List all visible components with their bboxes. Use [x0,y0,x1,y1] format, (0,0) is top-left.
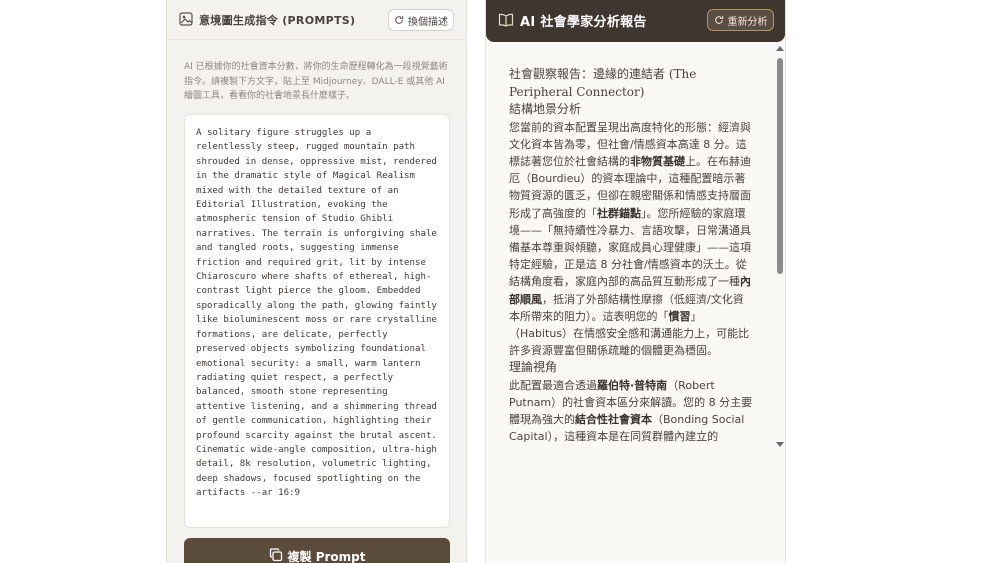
report-section-heading-structure: 結構地景分析 [509,102,582,116]
refresh-icon [714,15,723,24]
prompt-panel-header: 意境圖生成指令 (PROMPTS) 換個描述 [167,0,466,40]
prompt-text-area[interactable]: A solitary figure struggles up a relentl… [184,114,450,528]
prompt-panel: 意境圖生成指令 (PROMPTS) 換個描述 AI 已根據你的社會資本分數，將你… [166,0,467,563]
report-text-segment: ，抵消了外部結構性摩擦（低經濟/文化資本所帶來的阻力）。這表明您的「 [509,292,744,323]
book-icon [498,13,514,27]
copy-icon [269,548,282,562]
refresh-icon [395,15,404,24]
report-text-segment: 此配置最適合透過 [509,378,597,392]
report-title: 社會觀察報告：邊緣的連結者 (The Peripheral Connector) [509,67,697,99]
scroll-down-arrow-icon[interactable] [776,442,784,447]
report-emphasis-text: 羅伯特·普特南 [597,378,668,392]
image-icon [179,12,193,26]
report-section-heading-theory: 理論視角 [509,360,558,375]
swap-description-button[interactable]: 換個描述 [388,9,454,31]
report-emphasis-text: 非物質基礎 [630,154,685,168]
analysis-report: 社會觀察報告：邊緣的連結者 (The Peripheral Connector)… [509,66,753,453]
prompt-panel-title: 意境圖生成指令 (PROMPTS) [199,14,356,27]
reanalyze-label: 重新分析 [727,16,768,28]
analysis-panel-title: AI 社會學家分析報告 [520,15,647,30]
report-section-body-theory: 此配置最適合透過羅伯特·普特南（Robert Putnam）的社會資本區分來解讀… [509,377,753,446]
analysis-panel-header: AI 社會學家分析報告 重新分析 [486,0,785,42]
scroll-up-arrow-icon[interactable] [776,46,784,51]
swap-description-label: 換個描述 [408,16,448,28]
copy-prompt-button[interactable]: 複製 Prompt [184,538,450,563]
prompt-instructions: AI 已根據你的社會資本分數，將你的生命歷程轉化為一段視覺藝術指令。請複製下方文… [184,62,448,101]
report-emphasis-text: 慣習 [668,309,691,323]
scrollbar-thumb[interactable] [777,58,783,274]
report-emphasis-text: 社群錨點 [597,206,641,220]
report-section-body-structure: 您當前的資本配置呈現出高度特化的形態：經濟與文化資本皆為零，但社會/情感資本高達… [509,119,753,360]
analysis-panel: AI 社會學家分析報告 重新分析 社會觀察報告：邊緣的連結者 (The Peri… [485,0,786,563]
copy-prompt-label: 複製 Prompt [287,550,366,563]
report-scrollbar[interactable] [775,42,785,457]
reanalyze-button[interactable]: 重新分析 [707,9,774,31]
report-emphasis-text: 結合性社會資本 [575,413,652,427]
